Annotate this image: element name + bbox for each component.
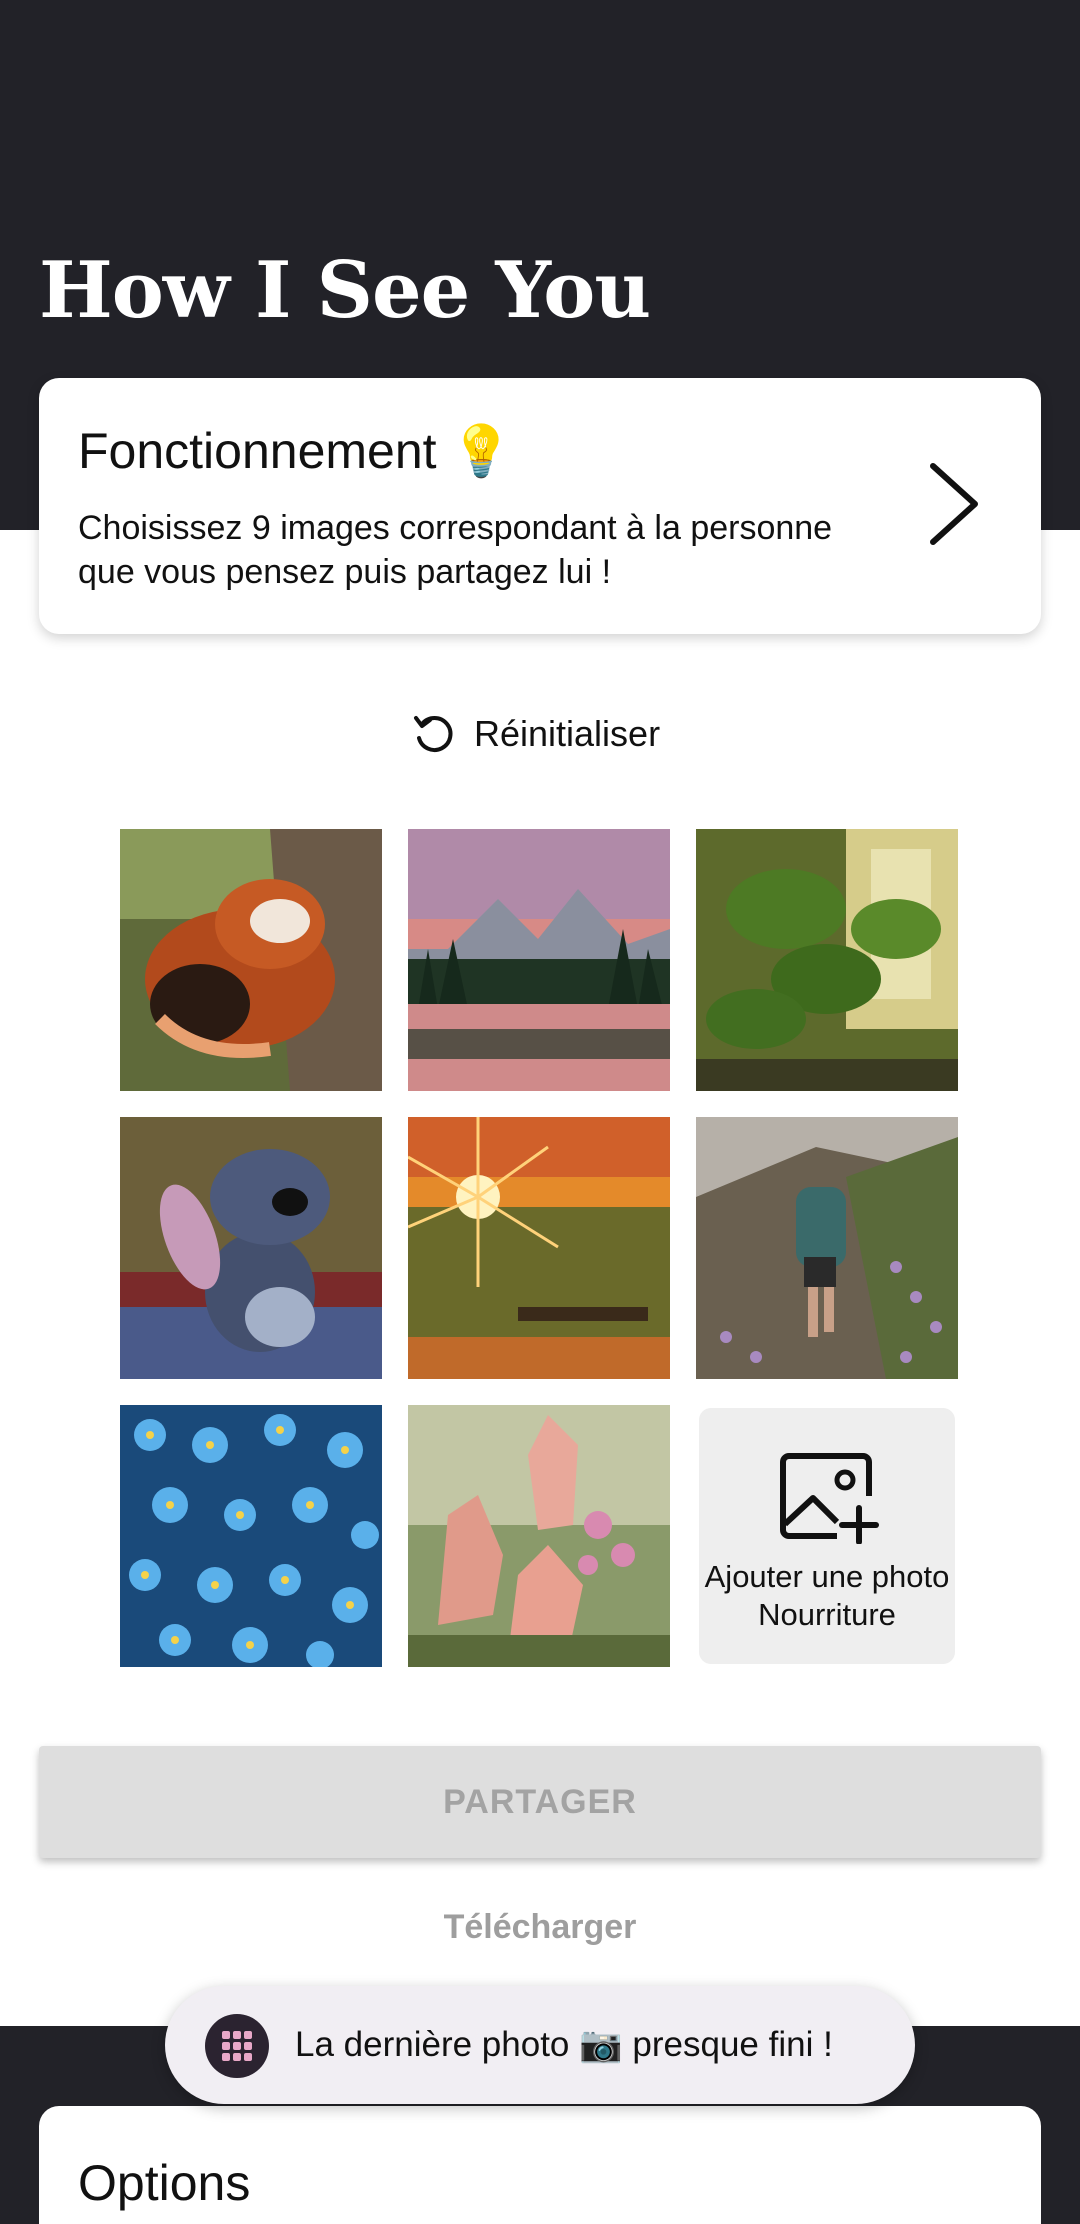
options-card: Options [39, 2106, 1041, 2224]
add-photo-label: Ajouter une photo Nourriture [699, 1558, 955, 1634]
photo-tile-red-panda[interactable] [120, 829, 382, 1091]
reset-button[interactable]: Réinitialiser [410, 706, 660, 762]
add-photo-label-line1: Ajouter une photo [704, 1559, 950, 1594]
options-title: Options [78, 2155, 251, 2211]
add-photo-tile[interactable]: Ajouter une photo Nourriture [699, 1408, 955, 1664]
chevron-right-icon [930, 463, 978, 545]
toast-text: La dernière photo 📷 presque fini ! [295, 2025, 833, 2064]
photo-tile-hiker[interactable] [696, 1117, 958, 1379]
photo-tile-stitch[interactable] [120, 1117, 382, 1379]
how-it-works-card[interactable]: Fonctionnement 💡 Choisissez 9 images cor… [39, 378, 1041, 634]
share-button[interactable]: PARTAGER [39, 1746, 1041, 1858]
toast-notification: La dernière photo 📷 presque fini ! [165, 1986, 915, 2104]
photo-tile-mountain-lake[interactable] [408, 829, 670, 1091]
how-it-works-description: Choisissez 9 images correspondant à la p… [78, 509, 833, 591]
app-title: How I See You [39, 245, 651, 336]
photo-tile-monstera[interactable] [696, 829, 958, 1091]
app-grid-icon [205, 2014, 269, 2078]
reset-label: Réinitialiser [474, 713, 661, 754]
how-it-works-title: Fonctionnement 💡 [78, 423, 513, 479]
add-photo-icon [780, 1453, 879, 1544]
photo-tile-sunset-field[interactable] [408, 1117, 670, 1379]
photo-tile-pink-crystals[interactable] [408, 1405, 670, 1667]
reset-icon [414, 716, 453, 752]
add-photo-category: Nourriture [758, 1597, 896, 1632]
download-link[interactable]: Télécharger [0, 1908, 1080, 1947]
photo-tile-blue-flowers[interactable] [120, 1405, 382, 1667]
